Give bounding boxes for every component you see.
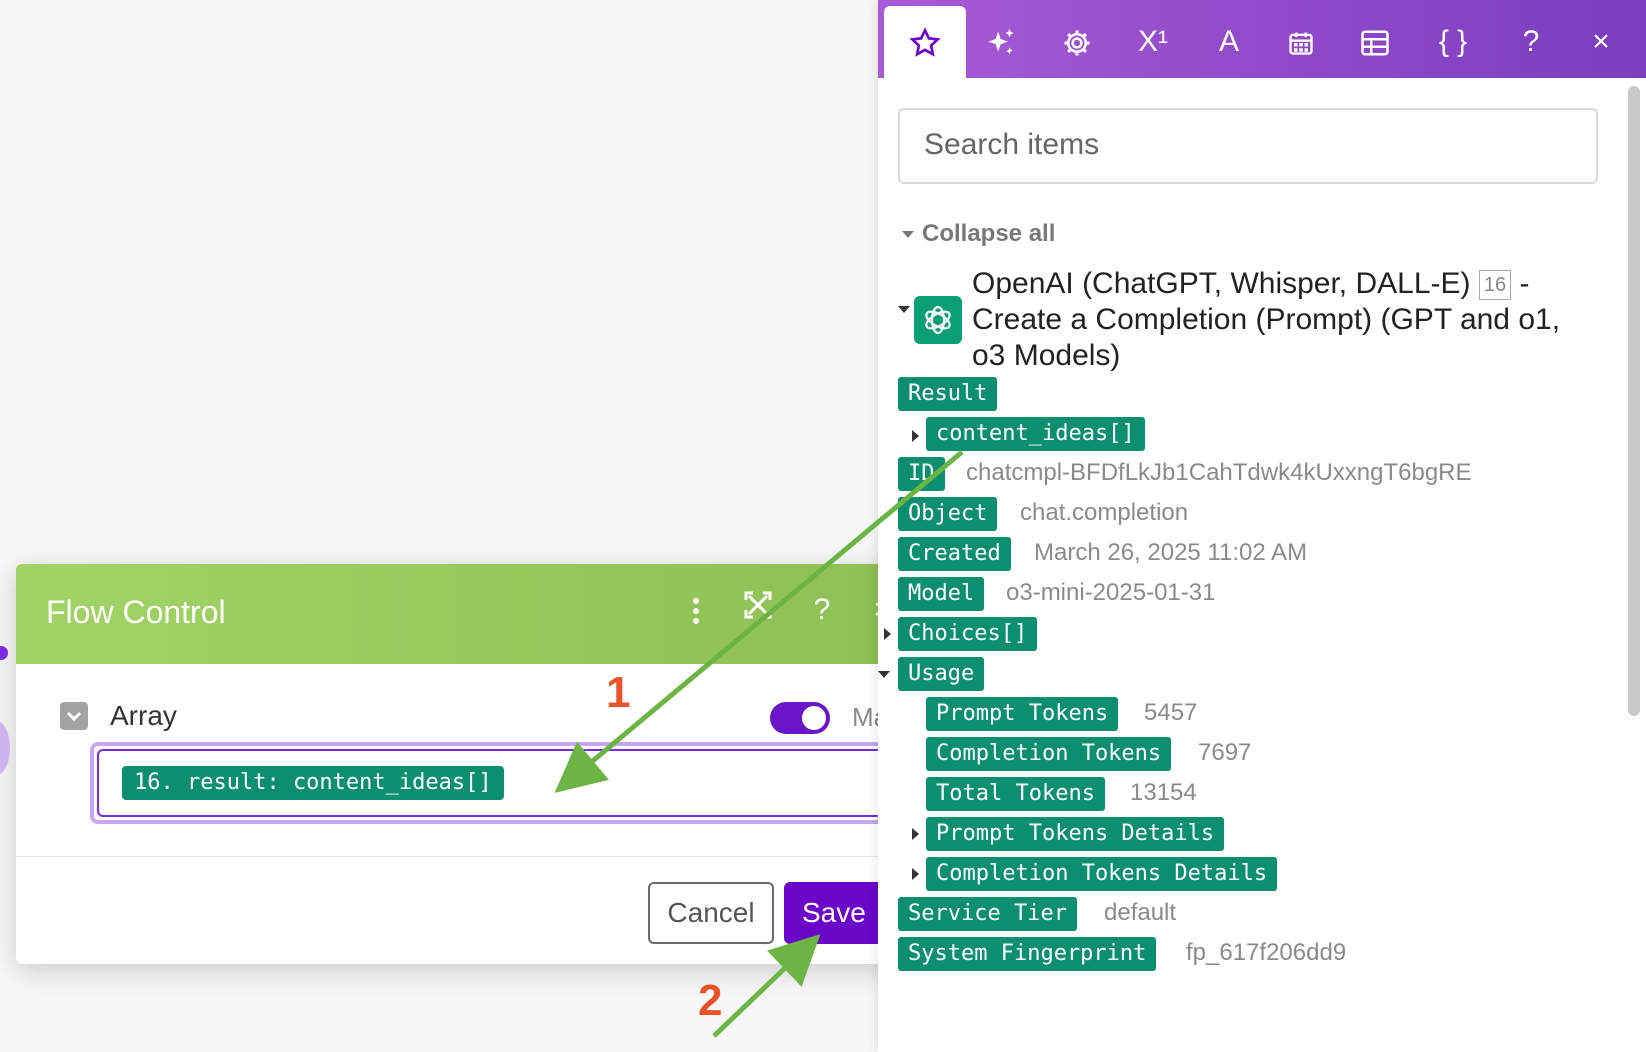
- step-2-label: 2: [698, 976, 723, 1025]
- step-1-label: 1: [606, 668, 631, 717]
- annotation-arrows: [554, 450, 964, 1038]
